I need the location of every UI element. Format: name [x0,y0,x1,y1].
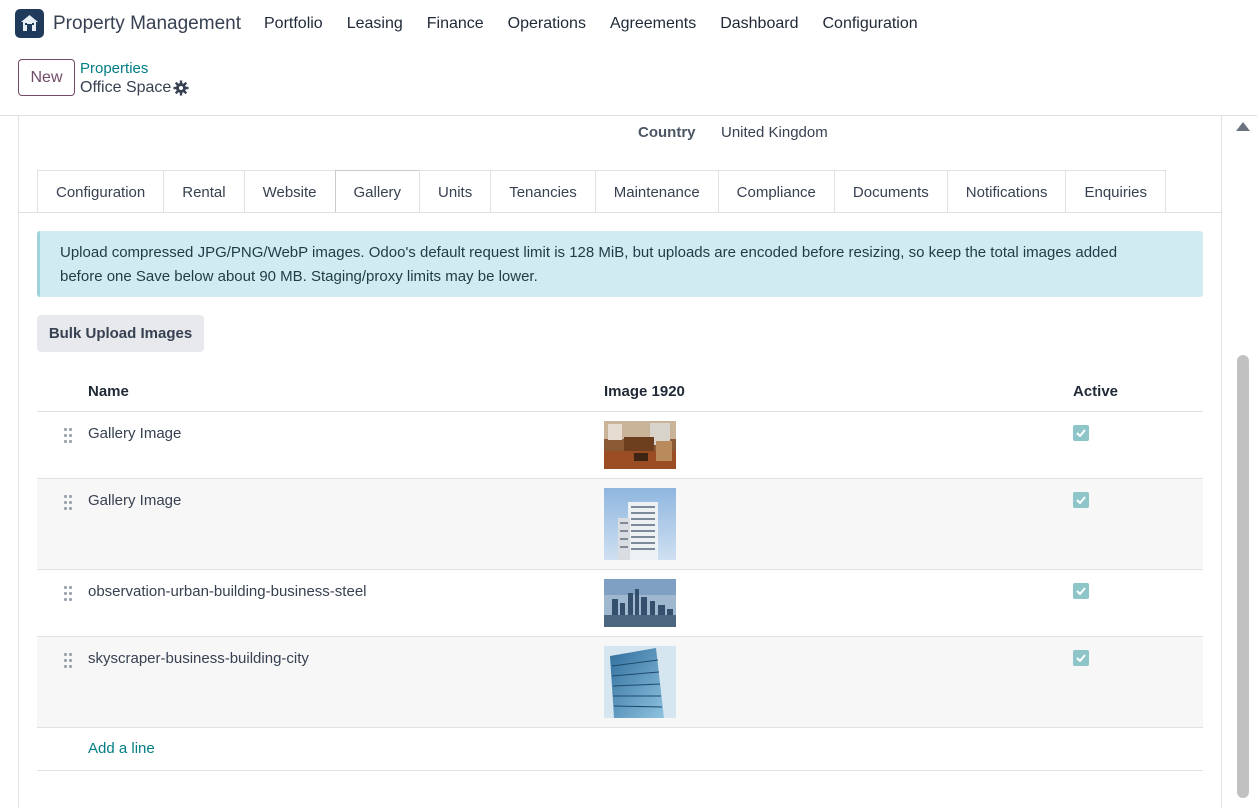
tab-website[interactable]: Website [243,170,336,213]
add-line-link[interactable]: Add a line [88,740,155,757]
scroll-up-arrow-icon[interactable] [1236,122,1250,131]
notebook-tabs: Configuration Rental Website Gallery Uni… [37,170,1167,213]
tab-units[interactable]: Units [419,170,492,213]
control-panel: New Properties Office Space [0,50,1257,116]
tab-documents[interactable]: Documents [833,170,948,213]
row-name[interactable]: Gallery Image [88,425,181,442]
breadcrumb-current: Office Space [80,79,172,96]
tab-rental[interactable]: Rental [163,170,245,213]
column-active[interactable]: Active [1073,383,1118,400]
menu-item-agreements[interactable]: Agreements [610,15,696,33]
row-name[interactable]: observation-urban-building-business-stee… [88,583,367,600]
menu-item-operations[interactable]: Operations [508,15,586,33]
menu-item-dashboard[interactable]: Dashboard [720,15,798,33]
active-checkbox[interactable] [1073,583,1089,599]
tab-enquiries[interactable]: Enquiries [1065,170,1167,213]
tab-maintenance[interactable]: Maintenance [594,170,719,213]
glass-skyscraper-thumbnail[interactable] [604,646,676,718]
column-image[interactable]: Image 1920 [604,383,685,400]
tab-tenancies[interactable]: Tenancies [490,170,596,213]
add-line-row: Add a line [37,728,1203,771]
table-row[interactable]: Gallery Image [37,412,1203,479]
breadcrumb-parent[interactable]: Properties [80,60,148,77]
table-row[interactable]: Gallery Image [37,479,1203,570]
home-icon[interactable] [15,9,44,38]
active-checkbox[interactable] [1073,650,1089,666]
country-label: Country [638,124,696,141]
form-sheet: Country United Kingdom Configuration Ren… [18,116,1222,808]
country-value[interactable]: United Kingdom [721,124,828,141]
drag-handle-icon[interactable] [64,653,74,669]
tab-compliance[interactable]: Compliance [717,170,835,213]
menu-item-configuration[interactable]: Configuration [822,15,917,33]
info-alert: Upload compressed JPG/PNG/WebP images. O… [37,231,1203,297]
house-glyph [21,15,38,31]
app-name[interactable]: Property Management [53,13,241,35]
gear-icon[interactable] [173,80,189,96]
tab-gallery[interactable]: Gallery [334,170,421,213]
white-tower-thumbnail[interactable] [604,488,676,560]
interior-room-thumbnail[interactable] [604,421,676,469]
top-navbar: Property Management Portfolio Leasing Fi… [0,0,1257,50]
scrollbar-thumb[interactable] [1237,355,1249,798]
menu-item-portfolio[interactable]: Portfolio [264,15,323,33]
alert-line-1: Upload compressed JPG/PNG/WebP images. O… [60,244,1118,261]
new-button[interactable]: New [18,59,75,96]
table-row[interactable]: observation-urban-building-business-stee… [37,570,1203,637]
main-menu: Portfolio Leasing Finance Operations Agr… [264,15,942,33]
scrollbar[interactable] [1229,116,1257,808]
tab-notifications[interactable]: Notifications [946,170,1067,213]
drag-handle-icon[interactable] [64,428,74,444]
active-checkbox[interactable] [1073,492,1089,508]
tab-configuration[interactable]: Configuration [37,170,165,213]
menu-item-finance[interactable]: Finance [427,15,484,33]
active-checkbox[interactable] [1073,425,1089,441]
bulk-upload-button[interactable]: Bulk Upload Images [37,315,204,352]
gallery-table: Name Image 1920 Active Gallery Image Gal… [37,374,1203,771]
city-skyline-thumbnail[interactable] [604,579,676,627]
table-header: Name Image 1920 Active [37,374,1203,412]
tabs-divider [19,212,1221,213]
row-name[interactable]: skyscraper-business-building-city [88,650,309,667]
table-row[interactable]: skyscraper-business-building-city [37,637,1203,728]
drag-handle-icon[interactable] [64,495,74,511]
alert-line-2: before one Save below about 90 MB. Stagi… [60,268,538,285]
menu-item-leasing[interactable]: Leasing [347,15,403,33]
row-name[interactable]: Gallery Image [88,492,181,509]
drag-handle-icon[interactable] [64,586,74,602]
column-name[interactable]: Name [88,383,129,400]
